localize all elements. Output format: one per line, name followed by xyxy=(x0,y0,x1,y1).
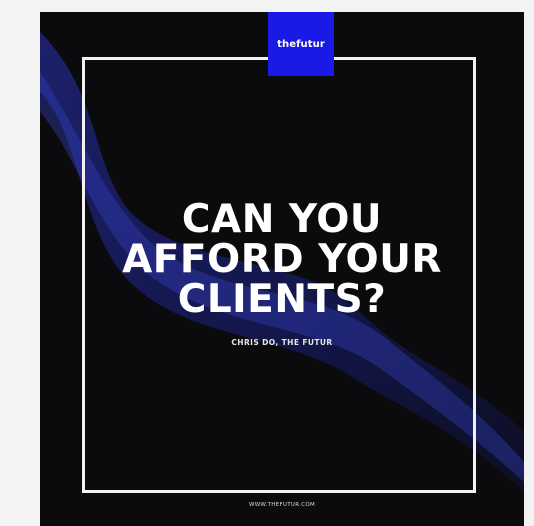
website-url: WWW.THEFUTUR.COM xyxy=(248,502,316,508)
brand-label: thefutur xyxy=(277,38,325,50)
headline-line-3: CLIENTS? xyxy=(177,277,387,322)
poster-image[interactable]: thefutur CAN YOU AFFORD YOUR CLIENTS? CH… xyxy=(40,12,524,526)
headline: CAN YOU AFFORD YOUR CLIENTS? xyxy=(40,200,524,320)
headline-line-1: CAN YOU xyxy=(181,197,383,242)
headline-line-2: AFFORD YOUR xyxy=(122,237,442,282)
byline: CHRIS DO, THE FUTUR xyxy=(231,338,333,347)
thefutur-logo: thefutur xyxy=(268,12,334,76)
